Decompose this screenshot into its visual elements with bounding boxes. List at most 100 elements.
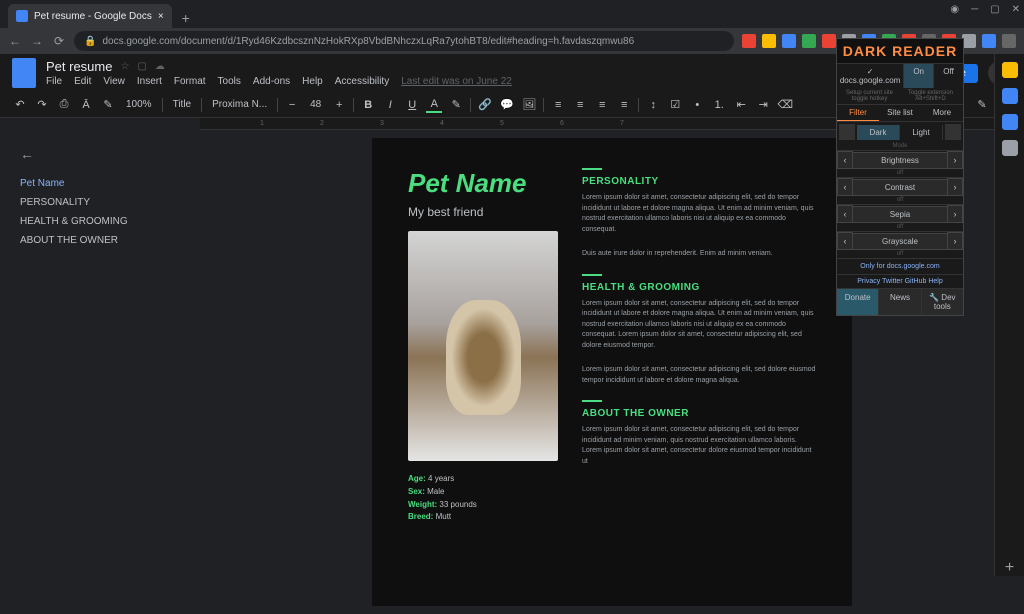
- maximize-icon[interactable]: ▢: [990, 4, 999, 15]
- redo-icon[interactable]: ↷: [34, 97, 50, 113]
- menu-format[interactable]: Format: [174, 76, 206, 87]
- editing-mode-icon[interactable]: ✎: [974, 97, 990, 113]
- dr-site-toggle[interactable]: ✓ docs.google.com: [837, 64, 904, 88]
- dr-only-for[interactable]: Only for docs.google.com: [837, 258, 963, 274]
- new-tab-button[interactable]: +: [176, 8, 196, 28]
- forward-icon[interactable]: →: [30, 34, 44, 48]
- text-color-icon[interactable]: A: [426, 97, 442, 113]
- outdent-icon[interactable]: ⇤: [733, 97, 749, 113]
- ext-icon[interactable]: [742, 34, 756, 48]
- ext-icon[interactable]: [1002, 34, 1016, 48]
- size-plus[interactable]: +: [331, 97, 347, 113]
- outline-item[interactable]: HEALTH & GROOMING: [20, 212, 180, 231]
- dr-tab-filter[interactable]: Filter: [837, 105, 879, 121]
- line-spacing-icon[interactable]: ↕: [645, 97, 661, 113]
- dr-devtools-button[interactable]: 🔧 Dev tools: [922, 289, 963, 315]
- account-icon[interactable]: ◉: [950, 4, 959, 15]
- paint-icon[interactable]: ✎: [100, 97, 116, 113]
- dr-slider-left[interactable]: ‹: [837, 178, 853, 196]
- highlight-icon[interactable]: ✎: [448, 97, 464, 113]
- zoom-select[interactable]: 100%: [122, 97, 156, 112]
- cloud-icon[interactable]: ☁: [155, 61, 165, 72]
- dr-slider-right[interactable]: ›: [947, 151, 963, 169]
- ext-icon[interactable]: [962, 34, 976, 48]
- dr-slider-right[interactable]: ›: [947, 178, 963, 196]
- undo-icon[interactable]: ↶: [12, 97, 28, 113]
- dr-slider-left[interactable]: ‹: [837, 151, 853, 169]
- bullet-list-icon[interactable]: •: [689, 97, 705, 113]
- spellcheck-icon[interactable]: Ā: [78, 97, 94, 113]
- dr-tab-sitelist[interactable]: Site list: [879, 105, 921, 121]
- dr-off-button[interactable]: Off: [934, 64, 963, 88]
- tasks-icon[interactable]: [1002, 114, 1018, 130]
- dr-links[interactable]: Privacy Twitter GitHub Help: [837, 274, 963, 288]
- menu-accessibility[interactable]: Accessibility: [335, 76, 389, 87]
- dr-light-button[interactable]: Light: [900, 125, 943, 140]
- star-icon[interactable]: ☆: [120, 61, 129, 72]
- size-minus[interactable]: −: [284, 97, 300, 113]
- align-left-icon[interactable]: ≡: [550, 97, 566, 113]
- outline-item[interactable]: PERSONALITY: [20, 193, 180, 212]
- dr-slider-sepia[interactable]: Sepia: [853, 206, 947, 223]
- dr-slider-left[interactable]: ‹: [837, 205, 853, 223]
- menu-tools[interactable]: Tools: [218, 76, 241, 87]
- image-icon[interactable]: 🖼: [521, 97, 537, 113]
- dr-slider-right[interactable]: ›: [947, 205, 963, 223]
- ext-icon[interactable]: [782, 34, 796, 48]
- ext-icon[interactable]: [822, 34, 836, 48]
- keep-icon[interactable]: [1002, 88, 1018, 104]
- align-center-icon[interactable]: ≡: [572, 97, 588, 113]
- link-icon[interactable]: 🔗: [477, 97, 493, 113]
- docs-logo-icon[interactable]: [12, 58, 36, 88]
- outline-item[interactable]: ABOUT THE OWNER: [20, 231, 180, 250]
- move-icon[interactable]: ▢: [137, 61, 146, 72]
- font-size[interactable]: 48: [306, 97, 325, 112]
- close-window-icon[interactable]: ✕: [1012, 4, 1020, 15]
- browser-tab[interactable]: Pet resume - Google Docs ×: [8, 4, 172, 28]
- outline-back-icon[interactable]: ←: [20, 146, 180, 162]
- url-bar[interactable]: 🔒 docs.google.com/document/d/1Ryd46Kzdbc…: [74, 31, 734, 51]
- align-justify-icon[interactable]: ≡: [616, 97, 632, 113]
- add-icon[interactable]: +: [1002, 560, 1018, 576]
- dr-slider-grayscale[interactable]: Grayscale: [853, 233, 947, 250]
- align-right-icon[interactable]: ≡: [594, 97, 610, 113]
- dr-slider-right[interactable]: ›: [947, 232, 963, 250]
- ext-icon[interactable]: [802, 34, 816, 48]
- dr-dark-button[interactable]: Dark: [857, 125, 900, 140]
- italic-icon[interactable]: I: [382, 97, 398, 113]
- calendar-icon[interactable]: [1002, 62, 1018, 78]
- reload-icon[interactable]: ⟳: [52, 34, 66, 48]
- menu-edit[interactable]: Edit: [74, 76, 91, 87]
- dr-news-button[interactable]: News: [879, 289, 921, 315]
- underline-icon[interactable]: U: [404, 97, 420, 113]
- style-select[interactable]: Title: [169, 97, 196, 112]
- comment-icon[interactable]: 💬: [499, 97, 515, 113]
- dr-on-button[interactable]: On: [904, 64, 934, 88]
- dr-slider-contrast[interactable]: Contrast: [853, 179, 947, 196]
- number-list-icon[interactable]: 1.: [711, 97, 727, 113]
- dr-mode-icon[interactable]: [839, 124, 855, 140]
- dr-slider-brightness[interactable]: Brightness: [853, 152, 947, 169]
- doc-title[interactable]: Pet resume: [46, 59, 112, 74]
- dr-mode-icon[interactable]: [945, 124, 961, 140]
- menu-file[interactable]: File: [46, 76, 62, 87]
- dr-tab-more[interactable]: More: [921, 105, 963, 121]
- indent-icon[interactable]: ⇥: [755, 97, 771, 113]
- outline-item[interactable]: Pet Name: [20, 174, 180, 193]
- print-icon[interactable]: ⎙: [56, 97, 72, 113]
- dr-donate-button[interactable]: Donate: [837, 289, 879, 315]
- back-icon[interactable]: ←: [8, 34, 22, 48]
- minimize-icon[interactable]: ─: [971, 4, 978, 15]
- clear-format-icon[interactable]: ⌫: [777, 97, 793, 113]
- menu-view[interactable]: View: [103, 76, 125, 87]
- menu-help[interactable]: Help: [302, 76, 323, 87]
- checklist-icon[interactable]: ☑: [667, 97, 683, 113]
- close-tab-icon[interactable]: ×: [158, 11, 164, 22]
- dr-slider-left[interactable]: ‹: [837, 232, 853, 250]
- last-edit[interactable]: Last edit was on June 22: [401, 76, 512, 87]
- menu-addons[interactable]: Add-ons: [253, 76, 290, 87]
- ext-icon[interactable]: [762, 34, 776, 48]
- bold-icon[interactable]: B: [360, 97, 376, 113]
- ext-icon[interactable]: [982, 34, 996, 48]
- contacts-icon[interactable]: [1002, 140, 1018, 156]
